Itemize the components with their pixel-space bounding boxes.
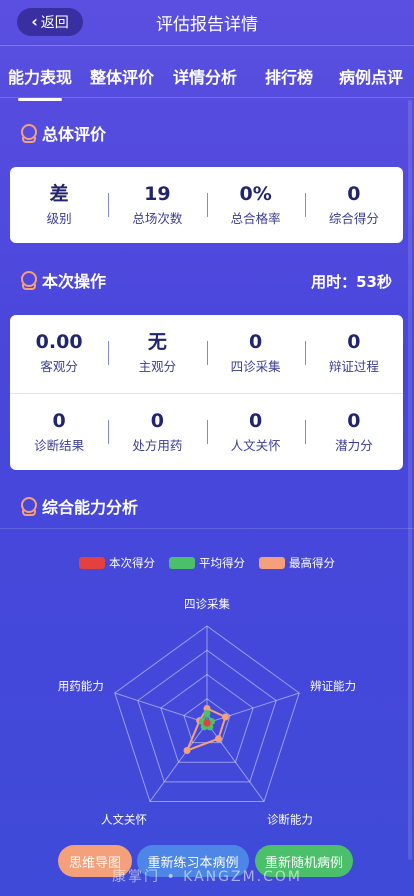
tab-bar: 能力表现 整体评价 详情分析 排行榜 病例点评	[0, 52, 414, 101]
stat-humanistic-care: 0 人文关怀	[206, 394, 305, 470]
stat-value: 19	[144, 183, 171, 205]
stat-value: 0.00	[35, 331, 83, 353]
stat-label: 总场次数	[132, 211, 183, 226]
stat-objective: 0.00 客观分	[10, 315, 108, 391]
radar-axis-line	[206, 692, 300, 724]
tab-overall[interactable]: 整体评价	[90, 64, 154, 88]
stat-label: 处方用药	[132, 438, 183, 453]
stat-label: 四诊采集	[230, 359, 281, 374]
operation-title: 本次操作	[42, 272, 107, 291]
analysis-section-header: 综合能力分析	[20, 494, 138, 518]
chevron-left-icon: ‹	[31, 12, 38, 31]
legend-swatch	[169, 557, 195, 569]
stat-composite-score: 0 综合得分	[304, 167, 403, 243]
overall-title: 总体评价	[42, 125, 107, 144]
operation-time: 用时：53秒	[311, 273, 392, 291]
legend-label: 最高得分	[289, 556, 335, 570]
legend-item[interactable]: 本次得分	[79, 555, 155, 571]
radar-point	[221, 713, 229, 721]
stat-value: 0	[347, 410, 361, 432]
analysis-title: 综合能力分析	[42, 498, 139, 517]
stat-label: 辩证过程	[328, 359, 379, 374]
stat-value: 0	[347, 331, 361, 353]
radar-axis-line	[114, 692, 208, 724]
tab-ranking[interactable]: 排行榜	[265, 64, 313, 88]
top-bar: ‹ 返回 评估报告详情	[0, 0, 414, 46]
stat-total-sessions: 19 总场次数	[108, 167, 206, 243]
stat-label: 总合格率	[230, 211, 281, 226]
stat-value: 0	[347, 183, 361, 205]
stat-label: 主观分	[138, 359, 177, 374]
stat-label: 诊断结果	[34, 438, 85, 453]
legend-swatch	[79, 557, 105, 569]
operation-card: 0.00 客观分 无 主观分 0 四诊采集 0 辩证过程 0 诊断结果 0 处方…	[10, 315, 403, 470]
stat-level: 差 级别	[10, 167, 108, 243]
stat-potential: 0 潜力分	[304, 394, 403, 470]
legend-label: 平均得分	[199, 556, 245, 570]
divider	[0, 528, 414, 529]
radar-axis-label: 人文关怀	[101, 812, 147, 826]
legend-item[interactable]: 平均得分	[169, 555, 245, 571]
radar-axis-label: 用药能力	[58, 679, 104, 693]
location-pin-icon	[20, 124, 37, 143]
location-pin-icon	[20, 271, 37, 290]
radar-axis-label: 辨证能力	[310, 679, 356, 693]
legend-swatch	[259, 557, 285, 569]
tab-case-review[interactable]: 病例点评	[339, 64, 403, 88]
radar-chart: 四诊采集辨证能力诊断能力 人文关怀 用药能力	[58, 597, 356, 826]
stat-diagnosis-result: 0 诊断结果	[10, 394, 108, 470]
stat-value: 0	[249, 331, 263, 353]
stat-label: 潜力分	[335, 438, 373, 453]
stat-label: 客观分	[40, 359, 78, 374]
radar-axis-label: 四诊采集	[184, 597, 230, 611]
stat-prescription: 0 处方用药	[108, 394, 206, 470]
stat-value: 0	[150, 410, 164, 432]
back-button[interactable]: ‹ 返回	[17, 8, 83, 36]
stat-subjective: 无 主观分	[108, 315, 206, 391]
stat-value: 0%	[239, 183, 272, 205]
watermark: 康掌门 • KANGZM.COM	[112, 869, 302, 885]
operation-section-header: 本次操作	[20, 268, 106, 292]
page-title: 评估报告详情	[156, 15, 258, 35]
tab-detail[interactable]: 详情分析	[173, 64, 237, 88]
legend-item[interactable]: 最高得分	[259, 555, 335, 571]
stat-label: 综合得分	[328, 211, 379, 226]
stat-value: 0	[249, 410, 263, 432]
stat-value: 0	[52, 410, 66, 432]
overall-card: 差 级别 19 总场次数 0% 总合格率 0 综合得分	[10, 167, 403, 243]
chart-legend: 本次得分 平均得分 最高得分	[0, 555, 414, 571]
stat-syndrome-process: 0 辩证过程	[304, 315, 403, 391]
stat-label: 人文关怀	[230, 438, 281, 453]
radar-point	[203, 709, 211, 717]
location-pin-icon	[20, 497, 37, 516]
radar-point	[214, 735, 222, 743]
stat-value: 差	[49, 183, 69, 205]
radar-axis-label: 诊断能力	[267, 812, 313, 826]
stat-value: 无	[147, 331, 167, 353]
back-label: 返回	[40, 15, 69, 31]
tab-ability[interactable]: 能力表现	[8, 64, 72, 101]
radar-point	[183, 746, 191, 754]
legend-label: 本次得分	[109, 556, 155, 570]
radar-point	[203, 719, 211, 727]
overall-section-header: 总体评价	[20, 121, 106, 145]
stat-four-diagnosis: 0 四诊采集	[206, 315, 305, 391]
stat-label: 级别	[46, 211, 72, 226]
stat-pass-rate: 0% 总合格率	[206, 167, 305, 243]
